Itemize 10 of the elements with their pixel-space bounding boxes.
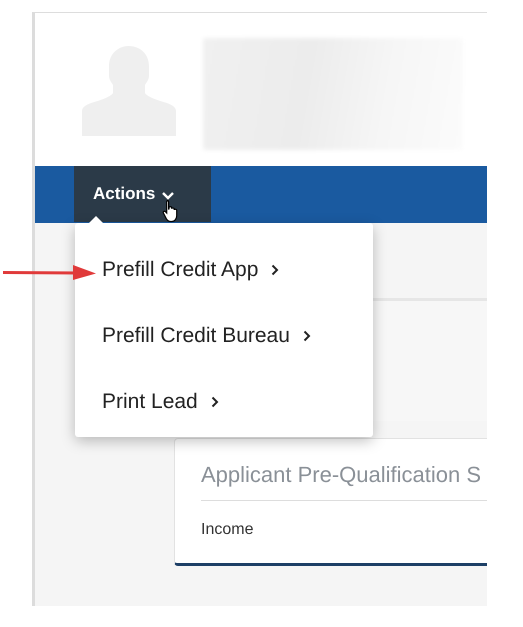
menu-item[interactable]: Prefill Credit Bureau: [102, 321, 311, 351]
chevron-right-icon: [210, 396, 219, 408]
menu-item[interactable]: Print Lead: [102, 387, 219, 417]
actions-button[interactable]: Actions: [74, 166, 211, 222]
card-title: Applicant Pre-Qualification S: [201, 439, 487, 501]
chevron-right-icon: [271, 264, 280, 276]
chevron-right-icon: [302, 330, 311, 342]
chevron-down-icon: [162, 192, 174, 200]
menu-item[interactable]: Prefill Credit App: [102, 255, 280, 285]
field-label: Income: [201, 520, 254, 539]
